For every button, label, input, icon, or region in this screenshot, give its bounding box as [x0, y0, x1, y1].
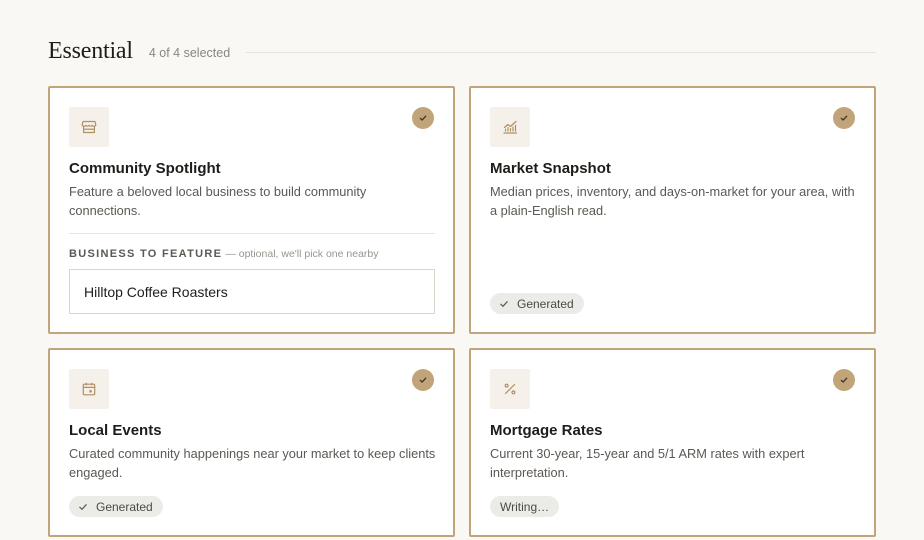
- section-title: Essential: [48, 37, 133, 64]
- status-text: Generated: [96, 499, 153, 514]
- selected-check-icon[interactable]: [412, 107, 434, 129]
- card-local-events[interactable]: Local Events Curated community happening…: [48, 348, 455, 537]
- calendar-icon: [69, 369, 109, 409]
- section-header: Essential 4 of 4 selected: [48, 36, 876, 66]
- field-label-hint: — optional, we'll pick one nearby: [225, 248, 379, 260]
- selected-check-icon[interactable]: [833, 369, 855, 391]
- status-text: Writing…: [500, 499, 550, 514]
- percent-icon: [490, 369, 530, 409]
- status-text: Generated: [517, 296, 574, 311]
- card-description: Feature a beloved local business to buil…: [69, 184, 367, 218]
- status-badge: Writing…: [490, 496, 560, 517]
- status-badge: Generated: [490, 293, 584, 314]
- card-community-spotlight[interactable]: Community Spotlight Feature a beloved lo…: [48, 86, 455, 334]
- storefront-icon: [69, 107, 109, 147]
- card-title: Market Snapshot: [490, 160, 611, 177]
- check-icon: [78, 502, 88, 512]
- selected-check-icon[interactable]: [833, 107, 855, 129]
- business-field-label: BUSINESS TO FEATURE — optional, we'll pi…: [69, 248, 379, 260]
- card-title: Mortgage Rates: [490, 422, 603, 439]
- card-description: Median prices, inventory, and days-on-ma…: [490, 184, 855, 218]
- card-divider: [69, 233, 435, 234]
- card-title: Local Events: [69, 422, 162, 439]
- chart-line-icon: [490, 107, 530, 147]
- card-market-snapshot[interactable]: Market Snapshot Median prices, inventory…: [469, 86, 876, 334]
- status-badge: Generated: [69, 496, 163, 517]
- business-to-feature-input[interactable]: [69, 269, 435, 314]
- selection-count: 4 of 4 selected: [148, 46, 231, 60]
- section-divider: [246, 51, 876, 53]
- card-description: Current 30-year, 15-year and 5/1 ARM rat…: [490, 446, 805, 480]
- check-icon: [499, 299, 509, 309]
- card-title: Community Spotlight: [69, 160, 221, 177]
- field-label-text: BUSINESS TO FEATURE: [69, 248, 223, 260]
- card-mortgage-rates[interactable]: Mortgage Rates Current 30-year, 15-year …: [469, 348, 876, 537]
- card-description: Curated community happenings near your m…: [69, 446, 436, 480]
- selected-check-icon[interactable]: [412, 369, 434, 391]
